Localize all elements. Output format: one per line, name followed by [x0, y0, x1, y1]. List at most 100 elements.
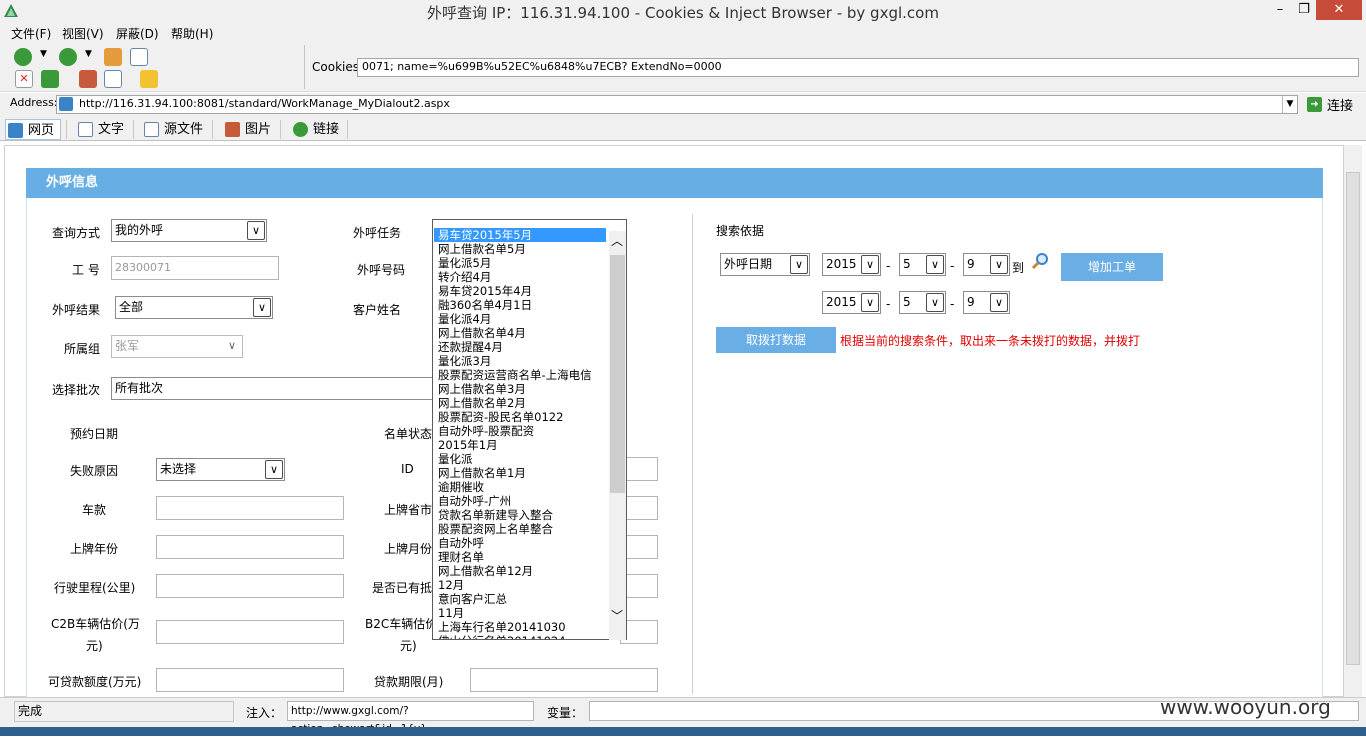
group-select[interactable]: 张军 ∨	[111, 335, 243, 358]
chevron-down-icon: ∨	[990, 293, 1008, 312]
tab-links[interactable]: 链接	[291, 119, 339, 140]
address-dropdown-icon[interactable]: ▼	[1282, 96, 1297, 113]
chevron-down-icon[interactable]: ﹀	[611, 607, 623, 624]
task-option[interactable]: 转介绍4月	[438, 270, 610, 284]
tool1-icon[interactable]	[79, 70, 97, 88]
close-button[interactable]: ✕	[1316, 0, 1362, 20]
fail-reason-value: 未选择	[160, 462, 197, 476]
task-option[interactable]: 股票配资-股民名单0122	[438, 410, 610, 424]
from-month-select[interactable]: 5 ∨	[899, 253, 946, 276]
task-option[interactable]: 易车贷2015年4月	[438, 284, 610, 298]
inject-label: 注入：	[246, 706, 283, 720]
tool3-icon[interactable]	[140, 70, 158, 88]
from-year-select[interactable]: 2015 ∨	[822, 253, 881, 276]
page-scrollbar[interactable]: ︿	[1344, 145, 1362, 697]
forward-dropdown-icon[interactable]: ▼	[85, 49, 92, 59]
task-dropdown-thumb[interactable]	[610, 255, 625, 493]
fetch-hint: 根据当前的搜索条件，取出来一条未拨打的数据，并拨打	[840, 334, 1141, 348]
employee-id-input[interactable]: 28300071	[111, 256, 279, 280]
task-option[interactable]: 量化派4月	[438, 312, 610, 326]
tab-webpage[interactable]: 网页	[5, 119, 61, 140]
task-dropdown[interactable]: 易车贷2015年5月 网上借款名单5月 量化派5月 转介绍4月 易车贷2015年4月 融3…	[432, 219, 627, 640]
task-option[interactable]: 理财名单	[438, 550, 610, 564]
car-model-input[interactable]	[156, 496, 344, 520]
task-option[interactable]: 股票配资网上名单整合	[438, 522, 610, 536]
b2c-label-unit: 元)	[400, 639, 417, 653]
loan-amount-input[interactable]	[156, 668, 344, 692]
list-status-label: 名单状态	[384, 427, 433, 441]
stop-icon[interactable]: ✕	[15, 70, 33, 88]
query-mode-select[interactable]: 我的外呼 ∨	[111, 219, 267, 242]
back-icon[interactable]	[14, 48, 32, 66]
cookies-input[interactable]: 0071; name=%u699B%u52EC%u6848%u7ECB? Ext…	[357, 58, 1359, 77]
task-option[interactable]: 自动外呼	[438, 536, 610, 550]
tab-source[interactable]: 源文件	[142, 119, 203, 140]
task-option[interactable]: 网上借款名单5月	[438, 242, 610, 256]
tab-text[interactable]: 文字	[76, 119, 124, 140]
scroll-thumb[interactable]	[1346, 172, 1360, 665]
to-month-value: 5	[903, 295, 911, 309]
batch-select[interactable]: 所有批次	[111, 377, 433, 400]
chevron-up-icon[interactable]: ︿	[611, 232, 623, 249]
task-option[interactable]: 2015年1月	[438, 438, 610, 452]
task-option[interactable]: 上海车行名单20141030	[438, 620, 610, 634]
task-option[interactable]: 自动外呼-广州	[438, 494, 610, 508]
menu-block[interactable]: 屏蔽(D)	[116, 25, 159, 42]
task-option[interactable]: 还款提醒4月	[438, 340, 610, 354]
c2b-label-unit: 元)	[86, 639, 103, 653]
task-option[interactable]: 量化派	[438, 452, 610, 466]
cookies-label: Cookies:	[312, 60, 364, 74]
task-option[interactable]: 股票配资运营商名单-上海电信	[438, 368, 610, 382]
back-dropdown-icon[interactable]: ▼	[40, 49, 47, 59]
menu-view[interactable]: 视图(V)	[62, 25, 104, 42]
add-ticket-button[interactable]: 增加工单	[1061, 253, 1163, 281]
task-option[interactable]: 贷款名单新建导入整合	[438, 508, 610, 522]
c2b-input[interactable]	[156, 620, 344, 644]
result-select[interactable]: 全部 ∨	[115, 296, 273, 319]
tool2-icon[interactable]	[104, 70, 122, 88]
tab-separator	[347, 120, 348, 139]
mileage-input[interactable]	[156, 574, 344, 598]
query-mode-value: 我的外呼	[115, 223, 164, 237]
plate-year-input[interactable]	[156, 535, 344, 559]
to-month-select[interactable]: 5 ∨	[899, 291, 946, 314]
task-option[interactable]: 11月	[438, 606, 610, 620]
refresh-icon[interactable]	[41, 70, 59, 88]
task-option[interactable]: 量化派3月	[438, 354, 610, 368]
task-option[interactable]: 网上借款名单4月	[438, 326, 610, 340]
fetch-dial-button[interactable]: 取拨打数据	[716, 327, 836, 353]
search-field-select[interactable]: 外呼日期 ∨	[720, 253, 810, 276]
menu-file[interactable]: 文件(F)	[11, 25, 51, 42]
address-input[interactable]: http://116.31.94.100:8081/standard/WorkM…	[56, 95, 1298, 114]
new-page-icon[interactable]	[130, 48, 148, 66]
home-icon[interactable]	[104, 48, 122, 66]
forward-icon[interactable]	[59, 48, 77, 66]
task-option[interactable]: 网上借款名单3月	[438, 382, 610, 396]
fail-reason-select[interactable]: 未选择 ∨	[156, 458, 285, 481]
task-option[interactable]: 量化派5月	[438, 256, 610, 270]
task-option[interactable]: 自动外呼-股票配资	[438, 424, 610, 438]
task-option[interactable]: 意向客户汇总	[438, 592, 610, 606]
to-day-select[interactable]: 9 ∨	[963, 291, 1010, 314]
go-button[interactable]: 连接	[1327, 95, 1353, 114]
task-option[interactable]: 易车贷2015年5月	[434, 228, 606, 242]
minimize-button[interactable]: –	[1270, 0, 1290, 20]
from-day-value: 9	[967, 257, 975, 271]
task-option[interactable]: 佛山分行名单20141024	[438, 634, 610, 639]
menu-help[interactable]: 帮助(H)	[171, 25, 213, 42]
loan-term-input[interactable]	[470, 668, 658, 692]
task-option[interactable]: 融360名单4月1日	[438, 298, 610, 312]
tab-images[interactable]: 图片	[223, 119, 271, 140]
task-option[interactable]: 网上借款名单2月	[438, 396, 610, 410]
from-day-select[interactable]: 9 ∨	[963, 253, 1010, 276]
go-icon[interactable]: ➜	[1307, 97, 1322, 112]
inject-input[interactable]: http://www.gxgl.com/?action=showart&id=1…	[287, 701, 534, 735]
task-option[interactable]: 网上借款名单1月	[438, 466, 610, 480]
search-icon[interactable]	[1031, 252, 1049, 273]
task-dropdown-scrollbar[interactable]: ︿ ﹀	[609, 231, 626, 640]
task-option[interactable]: 网上借款名单12月	[438, 564, 610, 578]
to-year-select[interactable]: 2015 ∨	[822, 291, 881, 314]
maximize-button[interactable]: ❐	[1294, 0, 1314, 20]
task-option[interactable]: 12月	[438, 578, 610, 592]
task-option[interactable]: 逾期催收	[438, 480, 610, 494]
